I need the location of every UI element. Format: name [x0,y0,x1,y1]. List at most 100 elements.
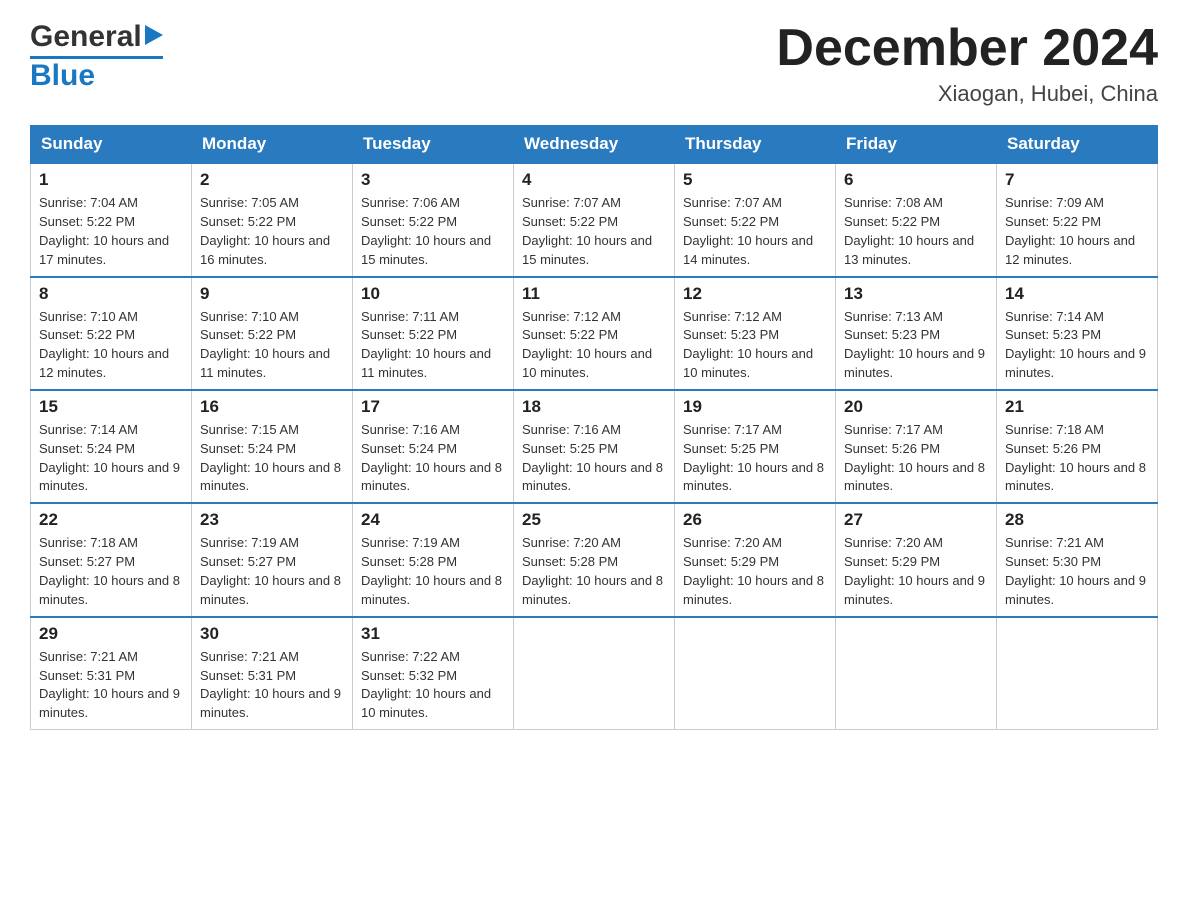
calendar-cell: 25 Sunrise: 7:20 AMSunset: 5:28 PMDaylig… [514,503,675,616]
day-number: 19 [683,397,827,417]
day-number: 9 [200,284,344,304]
day-number: 5 [683,170,827,190]
day-number: 28 [1005,510,1149,530]
calendar-cell [514,617,675,730]
day-number: 8 [39,284,183,304]
day-info: Sunrise: 7:20 AMSunset: 5:28 PMDaylight:… [522,535,663,607]
day-info: Sunrise: 7:18 AMSunset: 5:26 PMDaylight:… [1005,422,1146,494]
calendar-cell: 19 Sunrise: 7:17 AMSunset: 5:25 PMDaylig… [675,390,836,503]
day-info: Sunrise: 7:18 AMSunset: 5:27 PMDaylight:… [39,535,180,607]
day-info: Sunrise: 7:20 AMSunset: 5:29 PMDaylight:… [844,535,985,607]
calendar-cell: 10 Sunrise: 7:11 AMSunset: 5:22 PMDaylig… [353,277,514,390]
location-text: Xiaogan, Hubei, China [776,81,1158,107]
day-number: 16 [200,397,344,417]
header-tuesday: Tuesday [353,126,514,164]
calendar-cell [997,617,1158,730]
calendar-cell [836,617,997,730]
day-number: 25 [522,510,666,530]
calendar-cell: 15 Sunrise: 7:14 AMSunset: 5:24 PMDaylig… [31,390,192,503]
calendar-cell: 30 Sunrise: 7:21 AMSunset: 5:31 PMDaylig… [192,617,353,730]
day-number: 26 [683,510,827,530]
day-number: 10 [361,284,505,304]
calendar-cell: 4 Sunrise: 7:07 AMSunset: 5:22 PMDayligh… [514,163,675,276]
day-info: Sunrise: 7:16 AMSunset: 5:24 PMDaylight:… [361,422,502,494]
day-number: 2 [200,170,344,190]
calendar-cell: 2 Sunrise: 7:05 AMSunset: 5:22 PMDayligh… [192,163,353,276]
calendar-cell: 8 Sunrise: 7:10 AMSunset: 5:22 PMDayligh… [31,277,192,390]
calendar-week-2: 8 Sunrise: 7:10 AMSunset: 5:22 PMDayligh… [31,277,1158,390]
day-info: Sunrise: 7:19 AMSunset: 5:27 PMDaylight:… [200,535,341,607]
calendar-cell: 3 Sunrise: 7:06 AMSunset: 5:22 PMDayligh… [353,163,514,276]
day-number: 27 [844,510,988,530]
day-number: 23 [200,510,344,530]
day-info: Sunrise: 7:16 AMSunset: 5:25 PMDaylight:… [522,422,663,494]
day-info: Sunrise: 7:17 AMSunset: 5:25 PMDaylight:… [683,422,824,494]
day-info: Sunrise: 7:10 AMSunset: 5:22 PMDaylight:… [200,309,330,381]
day-info: Sunrise: 7:12 AMSunset: 5:23 PMDaylight:… [683,309,813,381]
calendar-week-5: 29 Sunrise: 7:21 AMSunset: 5:31 PMDaylig… [31,617,1158,730]
logo-blue-text: Blue [30,59,163,92]
day-info: Sunrise: 7:12 AMSunset: 5:22 PMDaylight:… [522,309,652,381]
logo-general-text: General [30,20,142,54]
day-number: 14 [1005,284,1149,304]
header-wednesday: Wednesday [514,126,675,164]
calendar-cell: 13 Sunrise: 7:13 AMSunset: 5:23 PMDaylig… [836,277,997,390]
day-info: Sunrise: 7:13 AMSunset: 5:23 PMDaylight:… [844,309,985,381]
day-number: 20 [844,397,988,417]
calendar-cell: 31 Sunrise: 7:22 AMSunset: 5:32 PMDaylig… [353,617,514,730]
calendar-cell: 12 Sunrise: 7:12 AMSunset: 5:23 PMDaylig… [675,277,836,390]
calendar-cell: 17 Sunrise: 7:16 AMSunset: 5:24 PMDaylig… [353,390,514,503]
calendar-cell: 29 Sunrise: 7:21 AMSunset: 5:31 PMDaylig… [31,617,192,730]
calendar-cell: 6 Sunrise: 7:08 AMSunset: 5:22 PMDayligh… [836,163,997,276]
day-number: 18 [522,397,666,417]
calendar-cell [675,617,836,730]
header-saturday: Saturday [997,126,1158,164]
day-info: Sunrise: 7:20 AMSunset: 5:29 PMDaylight:… [683,535,824,607]
calendar-cell: 23 Sunrise: 7:19 AMSunset: 5:27 PMDaylig… [192,503,353,616]
header-thursday: Thursday [675,126,836,164]
day-number: 17 [361,397,505,417]
calendar-cell: 9 Sunrise: 7:10 AMSunset: 5:22 PMDayligh… [192,277,353,390]
day-number: 30 [200,624,344,644]
day-info: Sunrise: 7:14 AMSunset: 5:24 PMDaylight:… [39,422,180,494]
calendar-cell: 20 Sunrise: 7:17 AMSunset: 5:26 PMDaylig… [836,390,997,503]
calendar-cell: 7 Sunrise: 7:09 AMSunset: 5:22 PMDayligh… [997,163,1158,276]
header-sunday: Sunday [31,126,192,164]
page-header: General Blue December 2024 Xiaogan, Hube… [30,20,1158,107]
calendar-cell: 22 Sunrise: 7:18 AMSunset: 5:27 PMDaylig… [31,503,192,616]
day-number: 24 [361,510,505,530]
day-number: 21 [1005,397,1149,417]
day-info: Sunrise: 7:21 AMSunset: 5:31 PMDaylight:… [200,649,341,721]
day-number: 11 [522,284,666,304]
day-number: 31 [361,624,505,644]
day-info: Sunrise: 7:21 AMSunset: 5:31 PMDaylight:… [39,649,180,721]
calendar-table: SundayMondayTuesdayWednesdayThursdayFrid… [30,125,1158,730]
day-info: Sunrise: 7:15 AMSunset: 5:24 PMDaylight:… [200,422,341,494]
calendar-cell: 16 Sunrise: 7:15 AMSunset: 5:24 PMDaylig… [192,390,353,503]
calendar-cell: 21 Sunrise: 7:18 AMSunset: 5:26 PMDaylig… [997,390,1158,503]
calendar-cell: 1 Sunrise: 7:04 AMSunset: 5:22 PMDayligh… [31,163,192,276]
logo-arrow-icon [145,25,163,45]
calendar-cell: 26 Sunrise: 7:20 AMSunset: 5:29 PMDaylig… [675,503,836,616]
day-number: 7 [1005,170,1149,190]
day-number: 12 [683,284,827,304]
title-block: December 2024 Xiaogan, Hubei, China [776,20,1158,107]
calendar-cell: 18 Sunrise: 7:16 AMSunset: 5:25 PMDaylig… [514,390,675,503]
day-info: Sunrise: 7:04 AMSunset: 5:22 PMDaylight:… [39,195,169,267]
day-info: Sunrise: 7:11 AMSunset: 5:22 PMDaylight:… [361,309,491,381]
day-info: Sunrise: 7:05 AMSunset: 5:22 PMDaylight:… [200,195,330,267]
day-number: 22 [39,510,183,530]
calendar-week-4: 22 Sunrise: 7:18 AMSunset: 5:27 PMDaylig… [31,503,1158,616]
day-number: 13 [844,284,988,304]
day-info: Sunrise: 7:19 AMSunset: 5:28 PMDaylight:… [361,535,502,607]
calendar-cell: 5 Sunrise: 7:07 AMSunset: 5:22 PMDayligh… [675,163,836,276]
calendar-cell: 27 Sunrise: 7:20 AMSunset: 5:29 PMDaylig… [836,503,997,616]
calendar-cell: 24 Sunrise: 7:19 AMSunset: 5:28 PMDaylig… [353,503,514,616]
day-info: Sunrise: 7:08 AMSunset: 5:22 PMDaylight:… [844,195,974,267]
day-number: 6 [844,170,988,190]
calendar-week-3: 15 Sunrise: 7:14 AMSunset: 5:24 PMDaylig… [31,390,1158,503]
day-number: 3 [361,170,505,190]
day-number: 29 [39,624,183,644]
header-friday: Friday [836,126,997,164]
day-info: Sunrise: 7:14 AMSunset: 5:23 PMDaylight:… [1005,309,1146,381]
